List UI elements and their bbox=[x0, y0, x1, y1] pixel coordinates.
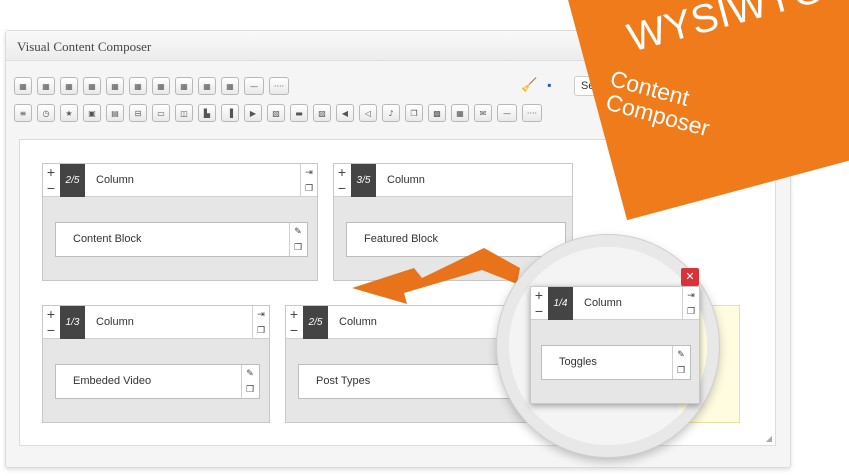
toolbar-row-1: ▦ ▦ ▦ ▦ ▦ ▦ ▦ ▦ ▦ ▦ — ···· bbox=[14, 77, 289, 95]
layout-5-icon[interactable]: ▦ bbox=[106, 77, 124, 95]
column-fraction: 1/3 bbox=[60, 306, 85, 339]
layout-8-icon[interactable]: ▦ bbox=[175, 77, 193, 95]
duplicate-icon[interactable]: ❐ bbox=[301, 180, 317, 196]
close-icon[interactable]: ✕ bbox=[681, 268, 699, 286]
zoomed-column: + − 1/4 Column ⇥ ❐ Toggles ✎ ❐ bbox=[530, 286, 700, 404]
column-actions: ⇥ ❐ bbox=[300, 164, 317, 197]
duplicate-icon[interactable]: ❐ bbox=[673, 362, 689, 378]
column-header: + − 2/5 Column ⇥ ❐ bbox=[43, 164, 317, 197]
slider-icon[interactable]: ▬ bbox=[290, 104, 308, 122]
clock-icon[interactable]: ◷ bbox=[37, 104, 55, 122]
block-label: Toggles bbox=[559, 356, 597, 368]
embed-video-block[interactable]: Embeded Video ✎ ❐ bbox=[55, 364, 260, 399]
clear-broom-icon[interactable]: 🧹 bbox=[521, 77, 537, 93]
column-title: Column bbox=[96, 316, 134, 328]
column-header: + − 3/5 Column bbox=[334, 164, 572, 197]
expand-arrow-icon[interactable]: ⇥ bbox=[253, 306, 269, 322]
resize-grip-icon[interactable]: ◢ bbox=[766, 434, 772, 443]
line-icon[interactable]: — bbox=[497, 104, 517, 122]
column-header: + − 1/3 Column ⇥ ❐ bbox=[43, 306, 269, 339]
block-actions: ✎ ❐ bbox=[672, 346, 690, 379]
sidebar-icon[interactable]: ▐ bbox=[221, 104, 239, 122]
tools-icon: ✕ bbox=[708, 199, 758, 249]
column-title: Column bbox=[387, 174, 425, 186]
email-icon[interactable]: ✉ bbox=[474, 104, 492, 122]
plus-icon[interactable]: + bbox=[286, 306, 302, 322]
image-icon[interactable]: ▨ bbox=[313, 104, 331, 122]
plus-icon[interactable]: + bbox=[43, 164, 59, 180]
column-fraction: 2/5 bbox=[60, 164, 85, 197]
plus-icon[interactable]: + bbox=[531, 287, 547, 303]
gallery-icon[interactable]: ▣ bbox=[83, 104, 101, 122]
layout-4-icon[interactable]: ▦ bbox=[83, 77, 101, 95]
layout-1-icon[interactable]: ▦ bbox=[14, 77, 32, 95]
audio-icon[interactable]: ◀ bbox=[336, 104, 354, 122]
column-fraction: 1/4 bbox=[548, 287, 573, 320]
edit-pencil-icon[interactable]: ✎ bbox=[673, 346, 689, 362]
toolbar-row-2: ≡ ◷ ★ ▣ ▤ ⊟ ▭ ◫ ▙ ▐ ▶ ▧ ▬ ▨ ◀ ◁ ♪ ❐ ▩ ▦ … bbox=[14, 104, 542, 122]
music-icon[interactable]: ♪ bbox=[382, 104, 400, 122]
layout-9-icon[interactable]: ▦ bbox=[198, 77, 216, 95]
column-1: + − 2/5 Column ⇥ ❐ Content Block ✎ ❐ bbox=[42, 163, 318, 281]
layout-6-icon[interactable]: ▦ bbox=[129, 77, 147, 95]
minus-icon[interactable]: − bbox=[334, 180, 350, 196]
duplicate-icon[interactable]: ❐ bbox=[290, 239, 306, 255]
drag-arrow-icon bbox=[352, 248, 520, 304]
top-right-tools: 🧹 ▪ bbox=[521, 77, 551, 93]
document-icon[interactable]: ▧ bbox=[267, 104, 285, 122]
save-floppy-icon[interactable]: ▪ bbox=[547, 78, 551, 92]
block-label: Content Block bbox=[73, 233, 142, 245]
column-title: Column bbox=[96, 174, 134, 186]
picture-icon[interactable]: ▩ bbox=[428, 104, 446, 122]
post-icon[interactable]: ▦ bbox=[451, 104, 469, 122]
column-header: + − 1/4 Column ⇥ ❐ bbox=[531, 287, 699, 320]
window-icon[interactable]: ▭ bbox=[152, 104, 170, 122]
text-block-icon[interactable]: ▤ bbox=[106, 104, 124, 122]
duplicate-icon[interactable]: ❐ bbox=[683, 303, 699, 319]
column-3: + − 1/3 Column ⇥ ❐ Embeded Video ✎ ❐ bbox=[42, 305, 270, 423]
video-icon[interactable]: ▶ bbox=[244, 104, 262, 122]
volume-icon[interactable]: ◁ bbox=[359, 104, 377, 122]
block-actions: ✎ ❐ bbox=[241, 365, 259, 398]
block-label: Embeded Video bbox=[73, 375, 152, 387]
layout-7-icon[interactable]: ▦ bbox=[152, 77, 170, 95]
column-title: Column bbox=[339, 316, 377, 328]
content-block[interactable]: Content Block ✎ ❐ bbox=[55, 222, 308, 257]
plus-icon[interactable]: + bbox=[43, 306, 59, 322]
column-title: Column bbox=[584, 297, 622, 309]
column-actions: ⇥ ❐ bbox=[682, 287, 699, 320]
column-fraction: 2/5 bbox=[303, 306, 328, 339]
edit-pencil-icon[interactable]: ✎ bbox=[242, 365, 258, 381]
duplicate-icon[interactable]: ❐ bbox=[253, 322, 269, 338]
block-actions: ✎ ❐ bbox=[289, 223, 307, 256]
settings-block-icon[interactable]: ⊟ bbox=[129, 104, 147, 122]
dotted-divider-icon[interactable]: ···· bbox=[269, 77, 289, 95]
expand-arrow-icon[interactable]: ⇥ bbox=[301, 164, 317, 180]
duplicate-icon[interactable]: ❐ bbox=[242, 381, 258, 397]
blocks-icon[interactable]: ▙ bbox=[198, 104, 216, 122]
minus-icon[interactable]: − bbox=[43, 180, 59, 196]
column-actions: ⇥ ❐ bbox=[252, 306, 269, 339]
expand-arrow-icon[interactable]: ⇥ bbox=[683, 287, 699, 303]
list-icon[interactable]: ≡ bbox=[14, 104, 32, 122]
minus-icon[interactable]: − bbox=[286, 322, 302, 338]
minus-icon[interactable]: − bbox=[531, 303, 547, 319]
layout-10-icon[interactable]: ▦ bbox=[221, 77, 239, 95]
column-fraction: 3/5 bbox=[351, 164, 376, 197]
plus-icon[interactable]: + bbox=[334, 164, 350, 180]
layout-3-icon[interactable]: ▦ bbox=[60, 77, 78, 95]
star-icon[interactable]: ★ bbox=[60, 104, 78, 122]
dots-icon[interactable]: ···· bbox=[522, 104, 542, 122]
columns-icon[interactable]: ◫ bbox=[175, 104, 193, 122]
divider-line-icon[interactable]: — bbox=[244, 77, 264, 95]
copy-icon[interactable]: ❐ bbox=[405, 104, 423, 122]
toggles-block[interactable]: Toggles ✎ ❐ bbox=[541, 345, 691, 380]
minus-icon[interactable]: − bbox=[43, 322, 59, 338]
edit-pencil-icon[interactable]: ✎ bbox=[290, 223, 306, 239]
layout-2-icon[interactable]: ▦ bbox=[37, 77, 55, 95]
block-label: Post Types bbox=[316, 375, 371, 387]
